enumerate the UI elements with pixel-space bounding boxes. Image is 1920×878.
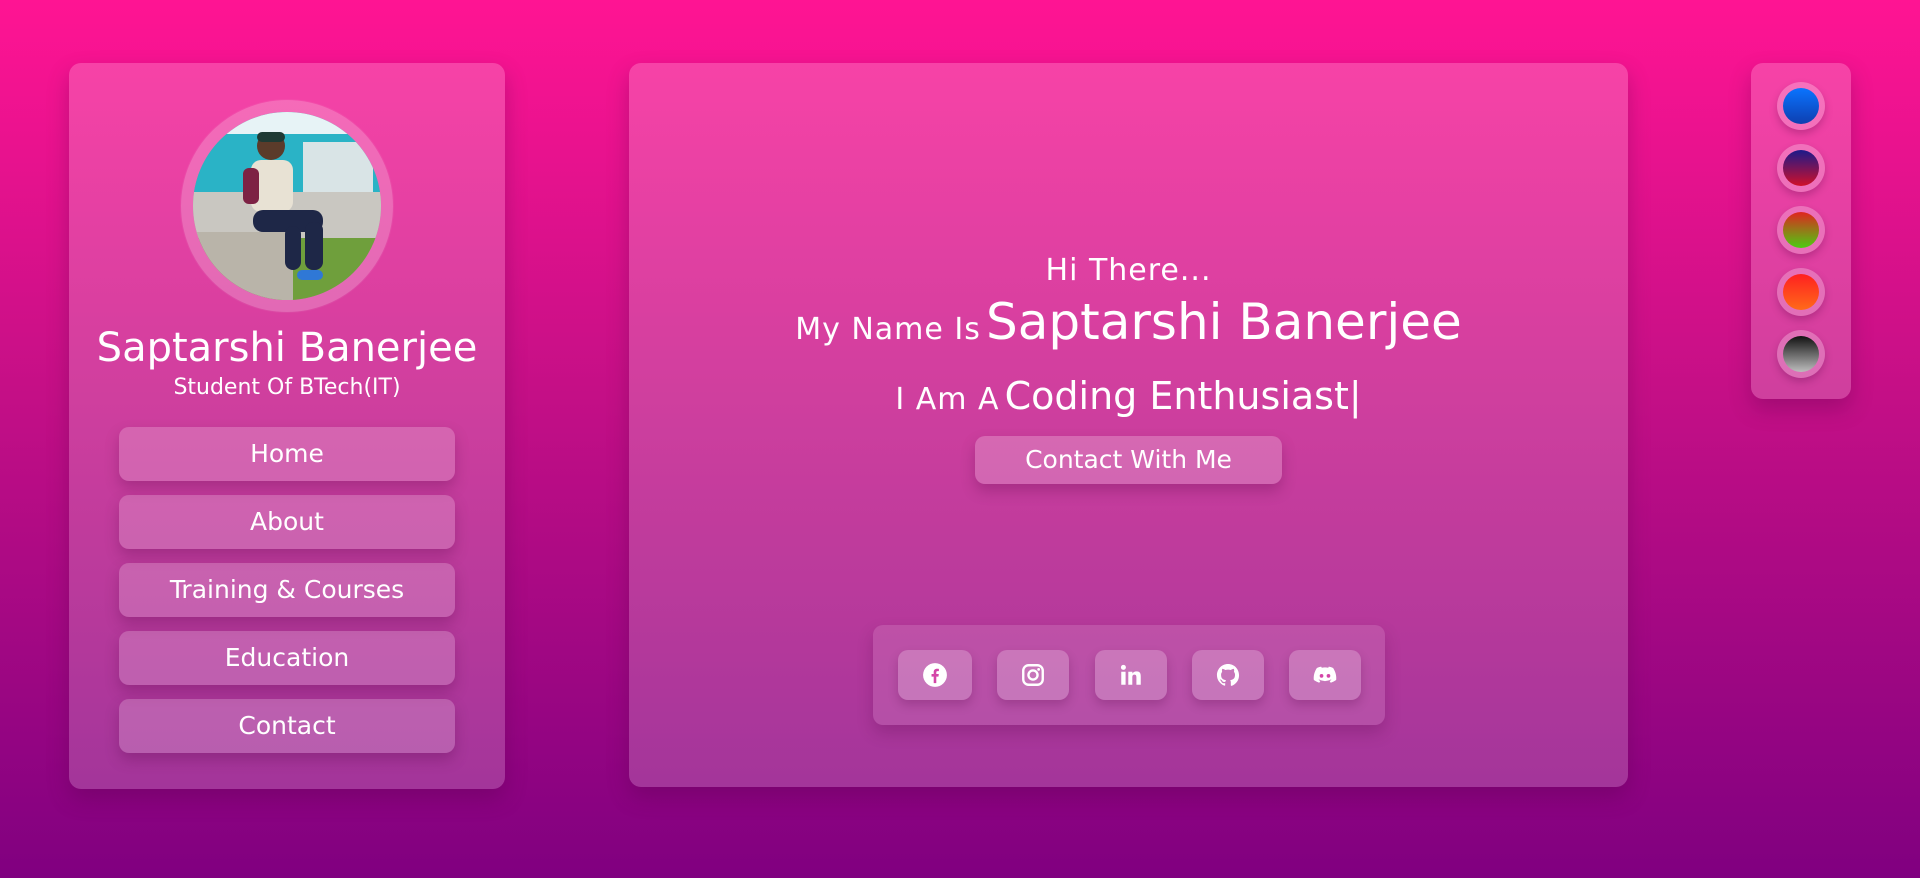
facebook-button[interactable] <box>898 650 972 700</box>
linkedin-icon <box>1120 664 1141 685</box>
instagram-button[interactable] <box>997 650 1069 700</box>
theme-swatch-navy-red[interactable] <box>1777 144 1825 192</box>
profile-name: Saptarshi Banerjee <box>96 325 478 371</box>
nav-item-training-courses[interactable]: Training & Courses <box>119 563 455 617</box>
profile-role: Student Of BTech(IT) <box>173 375 401 400</box>
theme-switcher-panel <box>1751 63 1851 399</box>
name-line: My Name Is Saptarshi Banerjee <box>629 291 1628 365</box>
github-button[interactable] <box>1192 650 1264 700</box>
main-panel: Hi There... My Name Is Saptarshi Banerje… <box>629 63 1628 787</box>
swatch-color-gray <box>1783 336 1819 372</box>
role-prefix: I Am A <box>895 382 1000 417</box>
nav-item-home[interactable]: Home <box>119 427 455 481</box>
hero-section: Hi There... My Name Is Saptarshi Banerje… <box>629 251 1628 435</box>
discord-icon <box>1313 666 1337 683</box>
hero-name: Saptarshi Banerjee <box>985 293 1462 351</box>
typed-role: Coding Enthusiast| <box>1004 374 1362 418</box>
swatch-color-blue <box>1783 88 1819 124</box>
theme-swatch-gray[interactable] <box>1777 330 1825 378</box>
discord-button[interactable] <box>1289 650 1361 700</box>
nav-item-about[interactable]: About <box>119 495 455 549</box>
avatar <box>193 112 381 300</box>
theme-swatch-red-green[interactable] <box>1777 206 1825 254</box>
swatch-color-red-orange <box>1783 274 1819 310</box>
avatar-photo <box>193 112 381 300</box>
social-links-bar <box>873 625 1385 725</box>
github-icon <box>1216 663 1240 686</box>
linkedin-button[interactable] <box>1095 650 1167 700</box>
theme-swatch-red-orange[interactable] <box>1777 268 1825 316</box>
theme-swatch-blue[interactable] <box>1777 82 1825 130</box>
avatar-ring <box>181 100 393 312</box>
name-prefix: My Name Is <box>795 312 981 347</box>
nav-item-contact[interactable]: Contact <box>119 699 455 753</box>
sidebar-nav: Home About Training & Courses Education … <box>119 427 455 767</box>
nav-item-education[interactable]: Education <box>119 631 455 685</box>
profile-panel: Saptarshi Banerjee Student Of BTech(IT) … <box>69 63 505 789</box>
swatch-color-red-green <box>1783 212 1819 248</box>
role-line: I Am A Coding Enthusiast| <box>629 365 1628 435</box>
instagram-icon <box>1022 664 1044 686</box>
contact-with-me-button[interactable]: Contact With Me <box>975 436 1282 484</box>
facebook-icon <box>923 663 947 687</box>
swatch-color-navy-red <box>1783 150 1819 186</box>
greeting-text: Hi There... <box>1045 253 1212 288</box>
